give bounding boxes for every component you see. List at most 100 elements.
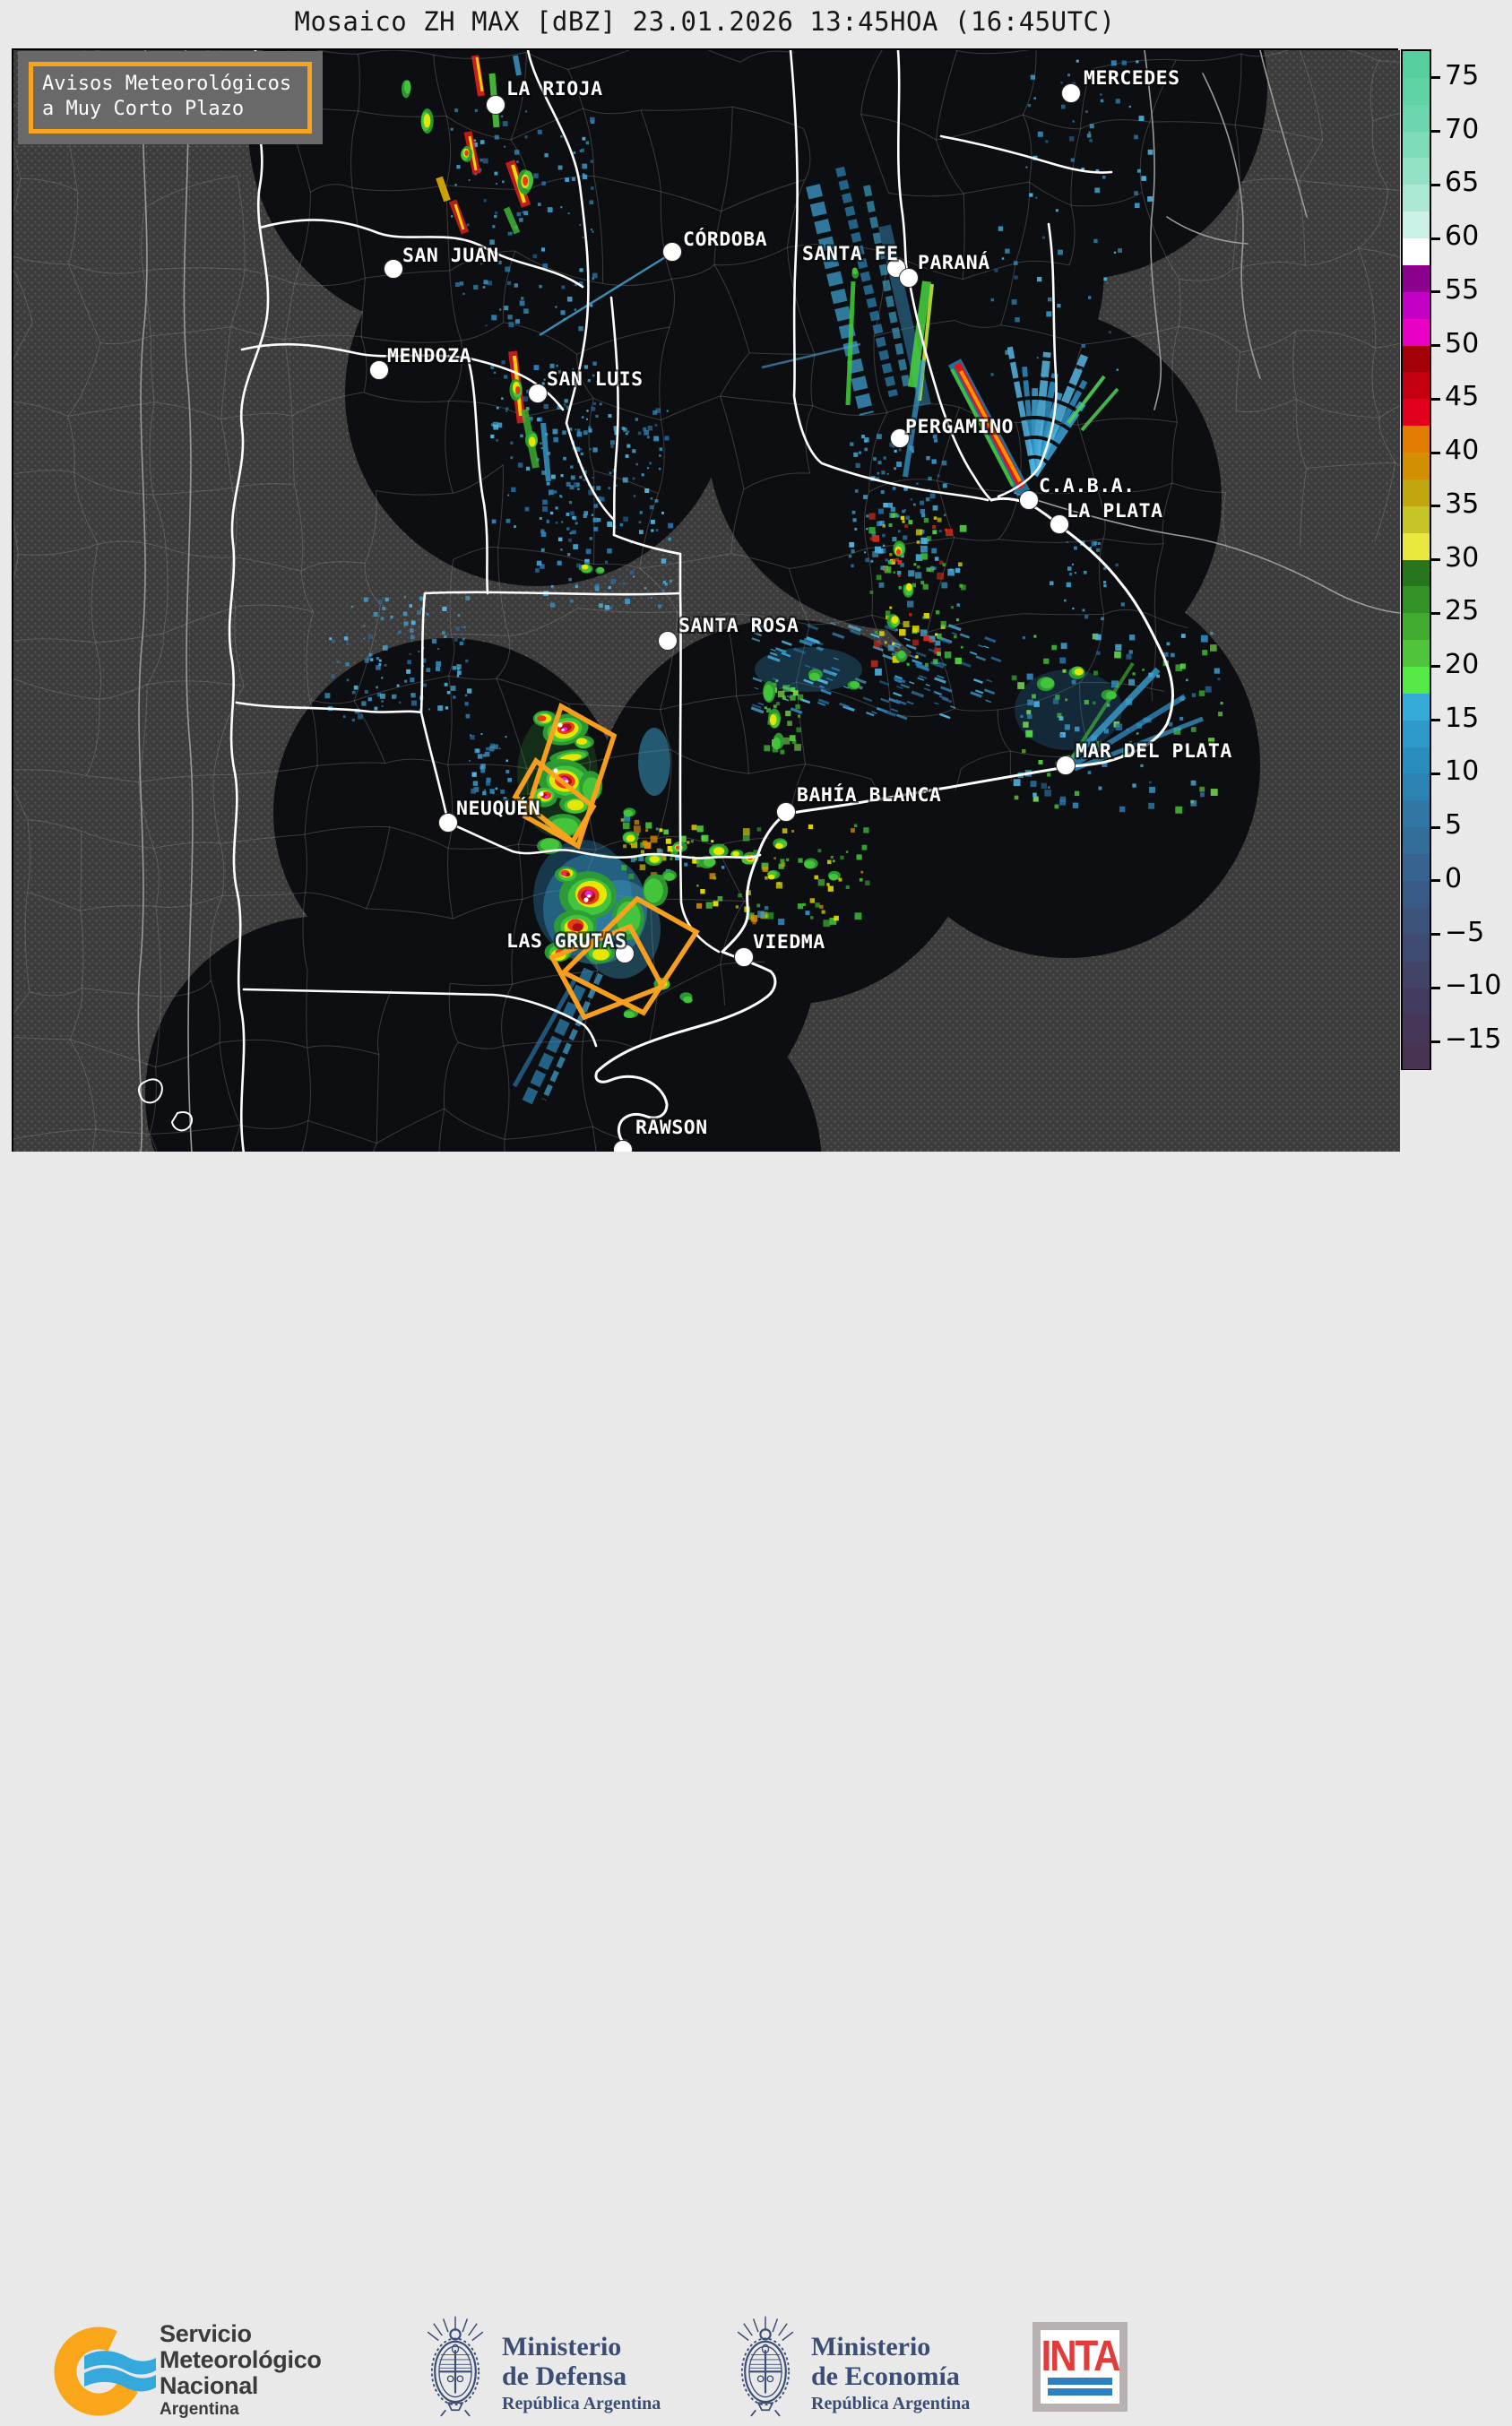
colorbar-segment (1403, 667, 1430, 694)
colorbar-tick (1430, 237, 1440, 240)
colorbar-tick (1430, 773, 1440, 775)
colorbar-segment (1403, 105, 1430, 132)
city-label: LAS GRUTAS (506, 930, 626, 953)
city-marker (370, 361, 389, 380)
inta-bar-1 (1048, 2378, 1112, 2385)
economia-wordmark: Ministerio de Economía República Argenti… (811, 2332, 970, 2416)
city-label: BAHÍA BLANCA (797, 783, 941, 807)
colorbar-tick (1430, 879, 1440, 882)
city-marker (1057, 756, 1076, 775)
colorbar-segment (1403, 721, 1430, 747)
colorbar-segment (1403, 935, 1430, 962)
city-label: MENDOZA (387, 345, 471, 367)
colorbar-segment (1403, 453, 1430, 479)
colorbar-tick-label: 25 (1445, 595, 1479, 626)
colorbar-segment (1403, 292, 1430, 319)
smn-c-icon (54, 2327, 156, 2416)
colorbar-segment (1403, 212, 1430, 238)
colorbar-tick (1430, 184, 1440, 186)
colorbar-tick (1430, 344, 1440, 347)
city-label: SANTA FE (802, 243, 899, 265)
colorbar-segment (1403, 586, 1430, 613)
colorbar-tick-label: 50 (1445, 328, 1479, 359)
colorbar-tick-label: 60 (1445, 220, 1479, 252)
colorbar-tick (1430, 558, 1440, 561)
inta-logo: INTA (1032, 2322, 1128, 2412)
colorbar-segment (1403, 827, 1430, 854)
colorbar-segment (1403, 908, 1430, 935)
colorbar-segment (1403, 372, 1430, 399)
city-label: NEUQUÉN (456, 797, 540, 820)
city-marker (439, 814, 458, 833)
city-marker (384, 260, 403, 279)
defensa-coat-of-arms (414, 2314, 497, 2420)
colorbar-segment (1403, 78, 1430, 105)
radar-map: LA RIOJAMERCEDESSAN JUANCÓRDOBASANTA FEP… (13, 50, 1400, 1153)
colorbar-tick (1430, 612, 1440, 615)
inta-logo-inner: INTA (1041, 2330, 1119, 2404)
colorbar-tick-label: 20 (1445, 649, 1479, 680)
colorbar-segment (1403, 158, 1430, 185)
smn-logo (47, 2317, 156, 2426)
colorbar-segment (1403, 640, 1430, 667)
warning-legend-border: Avisos Meteorológicos a Muy Corto Plazo (29, 62, 312, 134)
colorbar-segment (1403, 694, 1430, 721)
footer: Servicio Meteorológico Nacional Argentin… (0, 1152, 1512, 1289)
inta-bar-2 (1048, 2388, 1112, 2396)
colorbar-tick-label: −5 (1445, 917, 1484, 948)
defensa-line1: Ministerio (502, 2332, 661, 2361)
smn-wordmark: Servicio Meteorológico Nacional Argentin… (160, 2321, 322, 2421)
colorbar-tick (1430, 826, 1440, 829)
colorbar-tick-label: 30 (1445, 542, 1479, 574)
colorbar-segment (1403, 132, 1430, 159)
economia-line2: de Economía (811, 2361, 970, 2391)
city-marker (1062, 84, 1081, 103)
city-marker (659, 632, 678, 651)
colorbar-tick (1430, 505, 1440, 507)
economia-sub: República Argentina (811, 2391, 970, 2416)
city-label: MERCEDES (1084, 67, 1180, 90)
city-label: SAN JUAN (402, 245, 499, 267)
city-marker (735, 948, 754, 967)
colorbar-tick-label: −15 (1445, 1023, 1501, 1055)
colorbar-tick-label: 15 (1445, 703, 1479, 734)
city-label: C.A.B.A. (1039, 475, 1136, 497)
warning-legend-line2: a Muy Corto Plazo (42, 97, 298, 122)
colorbar-tick-label: 5 (1445, 809, 1462, 841)
colorbar-segment (1403, 265, 1430, 292)
colorbar-tick (1430, 719, 1440, 721)
colorbar-segment (1403, 346, 1430, 373)
city-marker (777, 803, 796, 822)
defensa-sub: República Argentina (502, 2391, 661, 2416)
page-title: Mosaico ZH MAX [dBZ] 23.01.2026 13:45HOA… (12, 6, 1398, 37)
colorbar-segment (1403, 238, 1430, 265)
colorbar-segment (1403, 1041, 1430, 1068)
colorbar-segment (1403, 479, 1430, 506)
colorbar-tick-label: 10 (1445, 755, 1479, 787)
colorbar-segment (1403, 773, 1430, 800)
city-marker (1020, 491, 1039, 510)
city-marker (900, 269, 919, 288)
warning-legend-box: Avisos Meteorológicos a Muy Corto Plazo (18, 51, 323, 144)
inta-wordmark: INTA (1041, 2335, 1119, 2377)
city-marker (487, 96, 505, 115)
colorbar-segment (1403, 319, 1430, 346)
colorbar-tick (1430, 398, 1440, 401)
smn-line1: Servicio (160, 2321, 322, 2347)
radar-map-frame: LA RIOJAMERCEDESSAN JUANCÓRDOBASANTA FEP… (12, 48, 1398, 1152)
colorbar-tick-label: 75 (1445, 60, 1479, 91)
smn-line2: Meteorológico (160, 2347, 322, 2373)
colorbar-segment (1403, 613, 1430, 640)
colorbar-segment (1403, 854, 1430, 881)
colorbar-tick (1430, 76, 1440, 79)
city-label: LA RIOJA (506, 78, 603, 100)
colorbar-segment (1403, 747, 1430, 774)
colorbar-segment (1403, 881, 1430, 908)
city-label: VIEDMA (753, 931, 825, 954)
colorbar-segment (1403, 1014, 1430, 1041)
colorbar-tick (1430, 290, 1440, 293)
economia-line1: Ministerio (811, 2332, 970, 2361)
city-label: RAWSON (635, 1117, 708, 1139)
colorbar-tick (1430, 130, 1440, 133)
city-label: LA PLATA (1067, 500, 1163, 522)
